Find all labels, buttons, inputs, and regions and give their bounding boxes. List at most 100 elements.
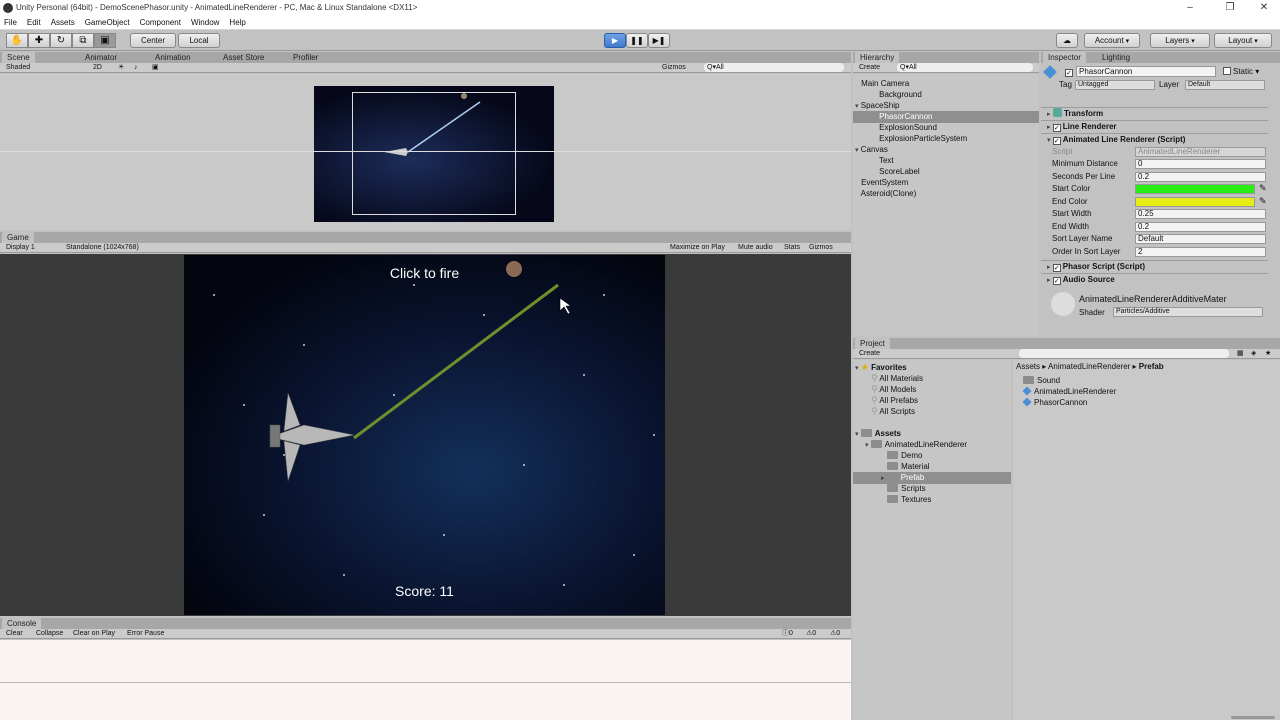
expand-arrow-icon[interactable] xyxy=(855,81,859,88)
breadcrumb-animated-line-renderer[interactable]: AnimatedLineRenderer xyxy=(1048,362,1130,371)
step-icon[interactable]: ▶❚ xyxy=(648,33,670,48)
favorite-item[interactable]: ⚲ All Scripts xyxy=(871,406,915,417)
shader-dropdown[interactable]: Particles/Additive xyxy=(1113,307,1263,317)
tab-console[interactable]: Console xyxy=(2,618,42,629)
static-toggle[interactable]: Static ▾ xyxy=(1223,67,1259,76)
minimize-icon[interactable]: – xyxy=(1178,1,1202,14)
asset-folder-item[interactable]: Textures xyxy=(853,494,1011,506)
pause-icon[interactable]: ❚❚ xyxy=(626,33,648,48)
expand-arrow-icon[interactable] xyxy=(873,92,877,99)
display-dropdown[interactable]: Display 1 xyxy=(6,243,35,253)
console-log-area[interactable] xyxy=(0,640,851,720)
collapse-button[interactable]: Collapse xyxy=(36,629,63,639)
hierarchy-create-dropdown[interactable]: Create xyxy=(859,63,880,73)
mute-audio-toggle[interactable]: Mute audio xyxy=(738,243,773,253)
filter-type-icon[interactable]: ▦ xyxy=(1237,349,1244,359)
menu-file[interactable]: File xyxy=(4,16,17,29)
breadcrumb-prefab[interactable]: Prefab xyxy=(1139,362,1164,371)
menu-assets[interactable]: Assets xyxy=(51,16,75,29)
tab-animation[interactable]: Animation xyxy=(150,52,196,63)
expand-arrow-icon[interactable] xyxy=(873,114,877,121)
tab-project[interactable]: Project xyxy=(855,338,890,349)
play-icon[interactable]: ▶ xyxy=(604,33,626,48)
error-count[interactable]: ⚠ 0 xyxy=(830,629,840,639)
warning-count[interactable]: ⚠ 0 xyxy=(806,629,816,639)
project-create-dropdown[interactable]: Create xyxy=(859,349,880,359)
color-field[interactable] xyxy=(1135,184,1255,194)
tab-lighting[interactable]: Lighting xyxy=(1097,52,1135,63)
menu-help[interactable]: Help xyxy=(229,16,245,29)
menu-edit[interactable]: Edit xyxy=(27,16,41,29)
favorite-item[interactable]: ⚲ All Prefabs xyxy=(871,395,918,406)
close-icon[interactable]: ✕ xyxy=(1252,1,1276,14)
move-tool-icon[interactable]: ✚ xyxy=(28,33,50,48)
account-dropdown[interactable]: Account xyxy=(1084,33,1140,48)
phasor-script-component[interactable]: ▸ ✓ Phasor Script (Script) xyxy=(1041,260,1268,272)
favorite-star-icon[interactable]: ★ xyxy=(1265,349,1271,359)
property-field[interactable]: 0.25 xyxy=(1135,209,1266,219)
tab-animator[interactable]: Animator xyxy=(80,52,122,63)
rect-tool-icon[interactable]: ▣ xyxy=(94,33,116,48)
favorite-item[interactable]: ⚲ All Models xyxy=(871,384,916,395)
menu-gameobject[interactable]: GameObject xyxy=(85,16,130,29)
audio-source-component[interactable]: ▸ ✓ Audio Source xyxy=(1041,273,1268,285)
hierarchy-item[interactable]: Asteroid(Clone) xyxy=(853,188,1039,200)
resolution-dropdown[interactable]: Standalone (1024x768) xyxy=(66,243,139,253)
breadcrumb-assets[interactable]: Assets xyxy=(1016,362,1040,371)
property-field[interactable]: 0 xyxy=(1135,159,1266,169)
expand-arrow-icon[interactable]: ▾ xyxy=(855,147,859,154)
property-field[interactable]: 0.2 xyxy=(1135,221,1266,232)
image-effects-icon[interactable]: ▣ xyxy=(152,63,159,73)
asset-file-item[interactable]: Sound xyxy=(1023,375,1060,386)
menu-window[interactable]: Window xyxy=(191,16,219,29)
expand-arrow-icon[interactable] xyxy=(881,464,885,471)
error-pause-toggle[interactable]: Error Pause xyxy=(127,629,164,639)
shading-dropdown[interactable]: Shaded xyxy=(6,63,30,73)
expand-arrow-icon[interactable] xyxy=(881,453,885,460)
game-gizmos-dropdown[interactable]: Gizmos xyxy=(809,243,833,253)
expand-arrow-icon[interactable] xyxy=(873,136,877,143)
restore-icon[interactable]: ❐ xyxy=(1218,1,1242,14)
property-field[interactable]: 2 xyxy=(1135,246,1266,257)
pivot-local-button[interactable]: Local xyxy=(178,33,220,48)
scene-search-input[interactable]: Q▾All xyxy=(704,63,844,72)
expand-arrow-icon[interactable] xyxy=(881,486,885,493)
animated-line-renderer-component[interactable]: ▾ ✓ Animated Line Renderer (Script) xyxy=(1041,133,1268,145)
object-name-field[interactable]: PhasorCannon xyxy=(1076,66,1216,77)
property-field[interactable]: 0.2 xyxy=(1135,171,1266,182)
scale-tool-icon[interactable]: ⧉ xyxy=(72,33,94,48)
scene-viewport[interactable] xyxy=(0,74,851,230)
pivot-center-button[interactable]: Center xyxy=(130,33,176,48)
expand-arrow-icon[interactable]: ▸ xyxy=(881,475,885,482)
expand-arrow-icon[interactable] xyxy=(855,180,859,187)
scene-gizmos-dropdown[interactable]: Gizmos xyxy=(662,63,686,73)
light-icon[interactable]: ☀ xyxy=(118,63,124,73)
tab-inspector[interactable]: Inspector xyxy=(1043,52,1086,63)
icon-size-slider[interactable] xyxy=(1231,716,1275,719)
expand-arrow-icon[interactable] xyxy=(873,169,877,176)
2d-toggle[interactable]: 2D xyxy=(93,63,102,73)
tab-scene[interactable]: Scene xyxy=(2,52,35,63)
game-viewport[interactable]: Click to fire Score: 11 xyxy=(184,255,665,615)
favorite-item[interactable]: ⚲ All Materials xyxy=(871,373,923,384)
filter-label-icon[interactable]: ◈ xyxy=(1251,349,1256,359)
expand-arrow-icon[interactable]: ▾ xyxy=(855,103,859,110)
stats-toggle[interactable]: Stats xyxy=(784,243,800,253)
clear-button[interactable]: Clear xyxy=(6,629,23,639)
expand-arrow-icon[interactable] xyxy=(873,125,877,132)
transform-component[interactable]: ▸ Transform xyxy=(1041,107,1268,119)
eyedropper-icon[interactable]: ✎ xyxy=(1259,183,1267,194)
rotate-tool-icon[interactable]: ↻ xyxy=(50,33,72,48)
expand-arrow-icon[interactable] xyxy=(873,158,877,165)
color-field[interactable] xyxy=(1135,196,1255,207)
eyedropper-icon[interactable]: ✎ xyxy=(1259,196,1267,207)
tab-asset-store[interactable]: Asset Store xyxy=(218,52,269,63)
hand-tool-icon[interactable]: ✋ xyxy=(6,33,28,48)
layer-dropdown[interactable]: Default xyxy=(1185,80,1265,90)
tag-dropdown[interactable]: Untagged xyxy=(1075,80,1155,90)
audio-icon[interactable]: ♪ xyxy=(134,63,138,73)
menu-component[interactable]: Component xyxy=(140,16,181,29)
property-field[interactable]: Default xyxy=(1135,234,1266,244)
line-renderer-component[interactable]: ▸ ✓ Line Renderer xyxy=(1041,120,1268,132)
project-search-input[interactable] xyxy=(1019,349,1229,358)
